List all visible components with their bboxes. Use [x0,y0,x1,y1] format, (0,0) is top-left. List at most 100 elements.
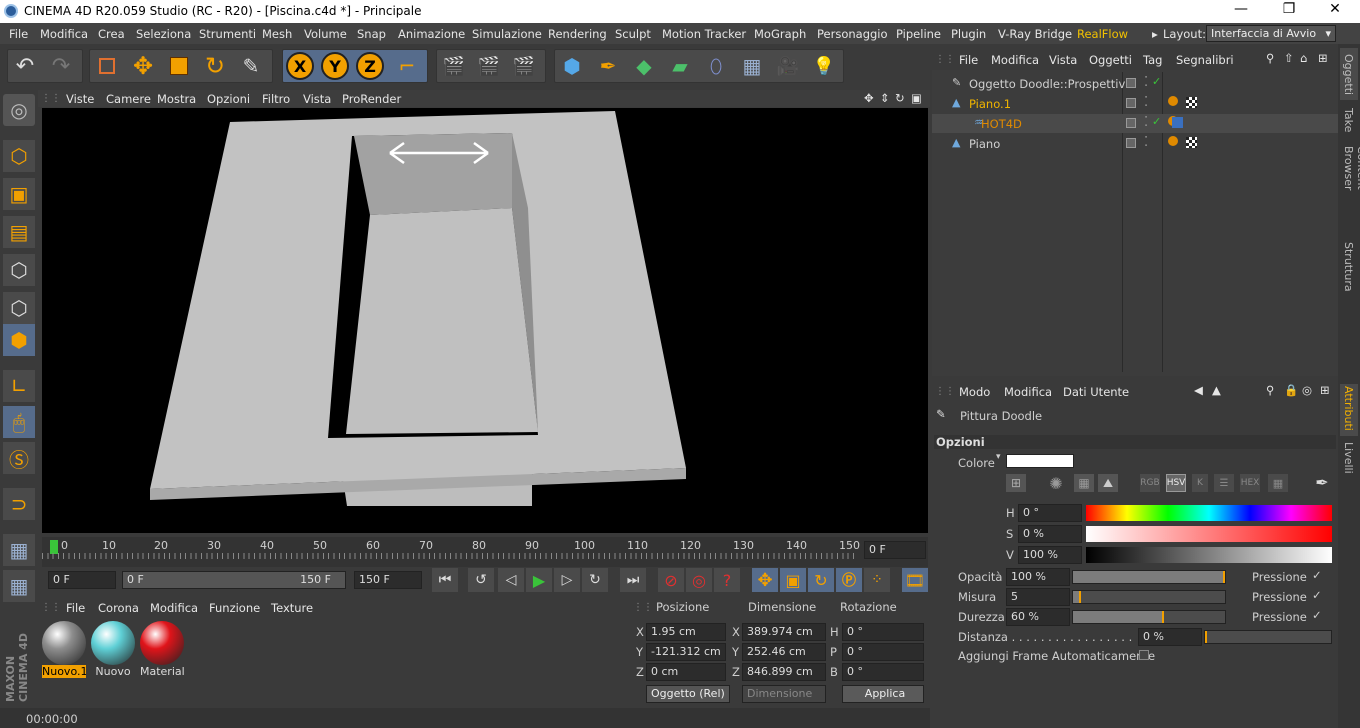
search-icon[interactable]: ⚲ [1266,51,1274,65]
color-swatch[interactable] [1006,454,1074,468]
coord-dim-field[interactable]: 389.974 cm [742,623,826,641]
menu-personaggio[interactable]: Personaggio [817,27,888,41]
array-icon[interactable]: ▰ [665,52,695,80]
attributes-menu-dati-utente[interactable]: Dati Utente [1063,385,1129,399]
coord-dim-field[interactable]: 846.899 cm [742,663,826,681]
size-field[interactable]: 5 [1006,588,1070,606]
next-frame-icon[interactable]: ▷ [554,568,580,592]
picture-icon[interactable]: ⛰ [1098,474,1118,492]
end-frame-field[interactable]: 150 F [354,571,422,589]
viewport-menu-prorender[interactable]: ProRender [342,92,401,106]
coord-pos-field[interactable]: 0 cm [646,663,726,681]
hsv-button[interactable]: HSV [1166,474,1186,492]
coord-rot-field[interactable]: 0 ° [842,643,924,661]
enabled-check-icon[interactable]: ✓ [1152,115,1161,128]
scale-icon[interactable] [164,52,194,80]
menu-snap[interactable]: Snap [357,27,386,41]
color-dropdown-icon[interactable]: ▾ [996,452,1001,462]
visibility-dots-icon[interactable]: ⁚ [1144,115,1148,130]
go-to-start-icon[interactable]: ⏮ [432,568,458,592]
menu-plugin[interactable]: Plugin [951,27,986,41]
layer-icon[interactable] [1126,78,1136,88]
object-row[interactable]: ✎ Oggetto Doodle::Prospettiva ⁚ ✓ [932,74,1338,93]
eyedropper-icon[interactable]: ✒ [1312,472,1332,492]
objects-menu-modifica[interactable]: Modifica [991,53,1039,67]
timeline-window-icon[interactable]: 🎞 [902,568,928,592]
polygons-mode-icon[interactable]: ⬢ [3,324,35,356]
objects-menu-vista[interactable]: Vista [1049,53,1077,67]
menu-file[interactable]: File [9,27,28,41]
viewport-menu-opzioni[interactable]: Opzioni [207,92,250,106]
hue-gradient-slider[interactable] [1086,505,1332,521]
viewport-layout-icon[interactable]: ▣ [911,91,922,105]
tab-content-browser[interactable]: Content Browser [1340,144,1360,232]
coord-pos-field[interactable]: -121.312 cm [646,643,726,661]
coord-rot-field[interactable]: 0 ° [842,623,924,641]
keyframe-selection-icon[interactable]: ? [714,568,740,592]
search-icon[interactable]: ⚲ [1266,383,1274,397]
material-menu-funzione[interactable]: Funzione [209,601,260,615]
menu-strumenti[interactable]: Strumenti [199,27,256,41]
floor-icon[interactable]: ▦ [737,52,767,80]
spectrum-icon[interactable]: ✺ [1046,474,1066,493]
close-icon[interactable]: ✕ [1320,1,1350,17]
viewport-menu-viste[interactable]: Viste [66,92,94,106]
saturation-field[interactable]: 0 % [1018,525,1082,543]
tab-livelli[interactable]: Livelli [1340,440,1358,480]
swatches-icon[interactable]: ▦ [1268,474,1288,492]
key-rotation-icon[interactable]: ↻ [808,568,834,592]
viewport-zoom-icon[interactable]: ⇕ [880,91,890,105]
material-menu-corona[interactable]: Corona [98,601,139,615]
back-arrow-icon[interactable]: ◀ [1194,383,1203,397]
menu-realflow[interactable]: RealFlow [1077,27,1128,41]
key-pla-icon[interactable]: ⁘ [864,568,890,592]
menu-volume[interactable]: Volume [304,27,347,41]
render-settings-icon[interactable]: 🎬 [509,52,539,80]
color-wheel-icon[interactable]: ⊞ [1006,474,1026,492]
texture-tag-icon[interactable] [1186,97,1197,108]
edges-mode-icon[interactable]: ⬡ [3,292,35,324]
objects-menu-tag[interactable]: Tag [1143,53,1162,67]
objects-menu-file[interactable]: File [959,53,978,67]
light-icon[interactable]: 💡 [809,52,839,80]
object-name[interactable]: Piano [969,137,1000,151]
record-keys-icon[interactable]: ⊘ [658,568,684,592]
key-scale-icon[interactable]: ▣ [780,568,806,592]
go-to-end-icon[interactable]: ⏭ [620,568,646,592]
tab-struttura[interactable]: Struttura [1340,240,1358,292]
grid-icon[interactable]: ▦ [3,570,35,602]
object-row[interactable]: ▲ Piano.1 ⁚ [932,94,1338,113]
menu-vray-bridge[interactable]: V-Ray Bridge [998,27,1072,41]
redo-icon[interactable]: ↷ [46,52,76,80]
kelvin-button[interactable]: K [1192,474,1208,492]
apply-button[interactable]: Applica [842,685,924,703]
size-mode-select[interactable]: Dimensione [742,685,826,703]
axis-y-button[interactable]: Y [321,52,349,80]
coordinate-mode-select[interactable]: Oggetto (Rel) [646,685,730,703]
attributes-menu-modo[interactable]: Modo [959,385,990,399]
menu-pipeline[interactable]: Pipeline [896,27,941,41]
home-icon[interactable]: ⌂ [1300,51,1307,65]
menu-mesh[interactable]: Mesh [262,27,292,41]
rotate-icon[interactable]: ↻ [200,52,230,80]
object-name[interactable]: HOT4D [981,117,1022,131]
tweak-mode-icon[interactable]: 🖱 [3,406,35,438]
viewport-menu-camere[interactable]: Camere [106,92,151,106]
menu-rendering[interactable]: Rendering [548,27,607,41]
distance-slider[interactable] [1204,630,1332,644]
next-key-icon[interactable]: ↻ [582,568,608,592]
new-panel-icon[interactable]: ⊞ [1318,51,1328,65]
previous-frame-icon[interactable]: ◁ [498,568,524,592]
workplane-mode-icon[interactable]: ▤ [3,216,35,248]
menu-motion-tracker[interactable]: Motion Tracker [662,27,746,41]
visibility-dots-icon[interactable]: ⁚ [1144,95,1148,110]
start-frame-field[interactable]: 0 F [48,571,116,589]
coord-rot-field[interactable]: 0 ° [842,663,924,681]
subdivision-icon[interactable]: ◆ [629,52,659,80]
axis-x-button[interactable]: X [286,52,314,80]
texture-tag-icon[interactable] [1172,117,1183,128]
current-frame-field[interactable]: 0 F [864,541,926,559]
menu-mograph[interactable]: MoGraph [754,27,806,41]
menu-crea[interactable]: Crea [98,27,125,41]
model-mode-icon[interactable]: ⬡ [3,140,35,172]
